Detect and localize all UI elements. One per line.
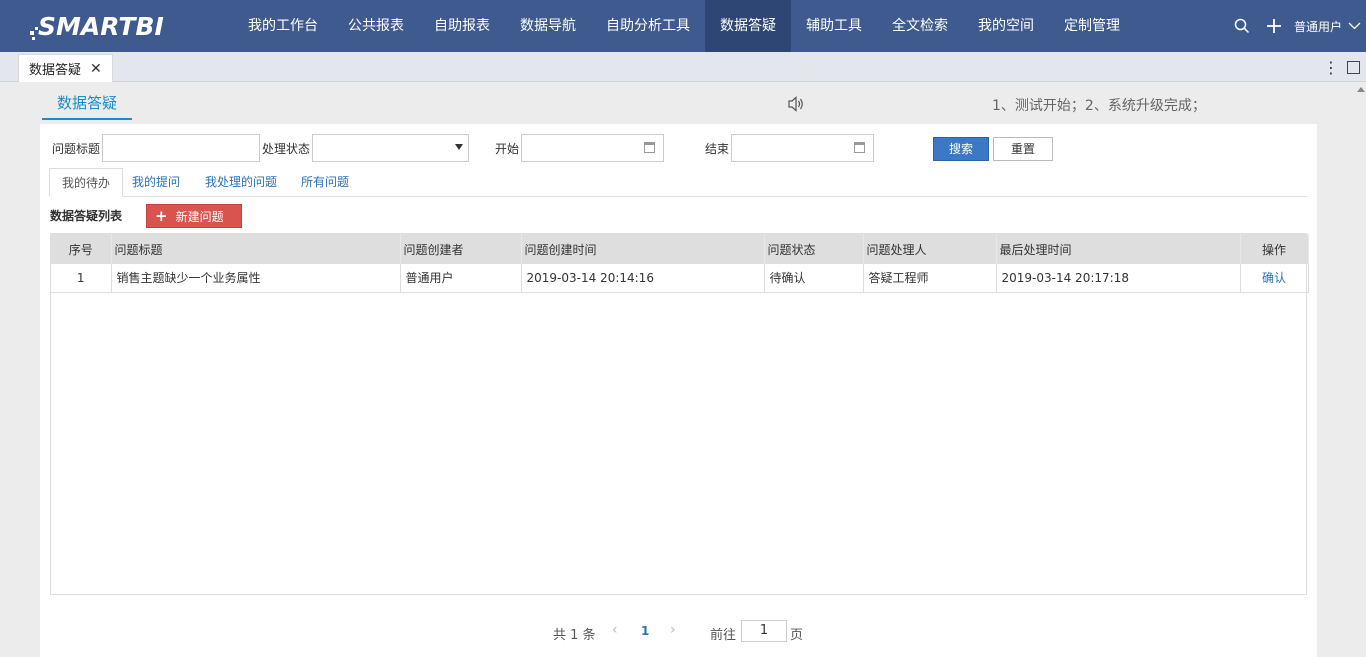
status-filter-label: 处理状态 [262,142,311,156]
total-count: 共 1 条 [553,628,596,643]
page-title: 数据答疑 [42,92,132,120]
tab-my-todo[interactable]: 我的待办 [49,168,124,197]
confirm-link[interactable]: 确认 [1240,264,1309,293]
table-cell: 销售主题缺少一个业务属性 [111,264,401,293]
column-header[interactable]: 序号 [51,234,112,264]
nav-item-9[interactable]: 定制管理 [1049,0,1135,52]
tab-strip: 数据答疑 ✕ ⋮ [0,52,1366,82]
table-cell: 普通用户 [400,264,522,293]
pagination: 共 1 条 ‹ 1 › 前往 1 页 [40,620,1317,644]
chevron-left-icon[interactable]: ‹ [612,622,618,638]
chevron-down-icon[interactable] [1342,0,1366,52]
close-icon[interactable]: ✕ [90,61,102,77]
column-header[interactable]: 操作 [1240,234,1309,264]
nav-item-7[interactable]: 全文检索 [877,0,963,52]
calendar-icon[interactable] [854,142,865,153]
calendar-icon[interactable] [644,142,655,153]
notice-marquee: 1、测试开始；2、系统升级完成； [992,98,1206,114]
kebab-icon[interactable]: ⋮ [1323,58,1339,77]
tab-strip-tools: ⋮ [1323,52,1360,82]
table-cell: 答疑工程师 [863,264,997,293]
table-header-row: 序号 问题标题 问题创建者 问题创建时间 问题状态 问题处理人 最后处理时间 操作 [51,234,1309,264]
nav-item-8[interactable]: 我的空间 [963,0,1049,52]
new-question-button[interactable]: + 新建问题 [146,204,242,228]
nav-item-6[interactable]: 辅助工具 [791,0,877,52]
question-tabs: 我的待办 我的提问 我处理的问题 所有问题 [49,168,1307,197]
list-title: 数据答疑列表 [50,209,123,223]
column-header[interactable]: 问题处理人 [863,234,997,264]
page-number[interactable]: 1 [641,624,649,638]
search-button[interactable]: 搜索 [933,137,989,161]
column-header[interactable]: 问题创建者 [400,234,522,264]
column-header[interactable]: 最后处理时间 [996,234,1241,264]
speaker-icon[interactable] [787,96,805,115]
goto-page-input[interactable]: 1 [741,620,787,642]
top-navbar: SMARTBI 我的工作台 公共报表 自助报表 数据导航 自助分析工具 数据答疑 辅助工具全… [0,0,1366,52]
table-row[interactable]: 1 销售主题缺少一个业务属性 普通用户 2019-03-14 20:14:16 待确认答… [51,264,1309,293]
user-name[interactable]: 普通用户 [1294,18,1342,35]
title-filter-label: 问题标题 [52,142,101,156]
table-cell: 1 [51,264,112,293]
end-date-input[interactable] [731,134,874,162]
caret-down-icon [455,144,463,150]
column-header[interactable]: 问题创建时间 [521,234,765,264]
tab-data-qa[interactable]: 数据答疑 ✕ [18,54,113,82]
nav-item-5[interactable]: 数据答疑 [705,0,791,52]
chevron-right-icon[interactable]: › [670,622,676,638]
nav-item-0[interactable]: 我的工作台 [233,0,333,52]
table-cell: 2019-03-14 20:14:16 [521,264,765,293]
start-date-label: 开始 [495,142,520,156]
nav-item-2[interactable]: 自助报表 [419,0,505,52]
new-question-label: 新建问题 [175,210,224,224]
title-filter-input[interactable] [102,134,260,162]
plus-icon[interactable] [1258,0,1290,52]
scroll-up-arrow[interactable] [1357,87,1365,92]
table-cell: 待确认 [764,264,864,293]
column-header[interactable]: 问题状态 [764,234,864,264]
tab-my-handled[interactable]: 我处理的问题 [193,168,289,197]
nav-item-1[interactable]: 公共报表 [333,0,419,52]
goto-label: 前往 [710,628,737,643]
nav-item-4[interactable]: 自助分析工具 [591,0,705,52]
table-body: 1 销售主题缺少一个业务属性 普通用户 2019-03-14 20:14:16 待确认答… [51,264,1309,293]
table-cell: 2019-03-14 20:17:18 [996,264,1241,293]
search-icon[interactable] [1226,0,1258,52]
logo-mark: SMARTBI [30,12,164,41]
smartbi-logo[interactable]: SMARTBI [30,8,182,44]
page-suffix: 页 [790,628,804,643]
reset-button[interactable]: 重置 [993,137,1053,161]
content-panel: 问题标题 处理状态 开始 结束 搜索 重置 我的待办 我的提问 我处理的问题 所… [40,124,1317,657]
end-date-label: 结束 [705,142,730,156]
maximize-icon[interactable] [1347,60,1360,74]
top-right-tools: 普通用户 [1226,0,1366,52]
column-header[interactable]: 问题标题 [111,234,401,264]
plus-icon: + [155,207,168,225]
tab-label: 数据答疑 [29,63,82,78]
tab-all-questions[interactable]: 所有问题 [289,168,361,197]
nav-item-3[interactable]: 数据导航 [505,0,591,52]
tab-my-questions[interactable]: 我的提问 [120,168,192,197]
status-select[interactable] [312,134,469,162]
svg-text:SMARTBI: SMARTBI [38,12,164,41]
questions-table: 序号 问题标题 问题创建者 问题创建时间 问题状态 问题处理人 最后处理时间 操作 1 销售主题… [50,233,1309,595]
start-date-input[interactable] [521,134,664,162]
main-nav: 我的工作台 公共报表 自助报表 数据导航 自助分析工具 数据答疑 辅助工具 全文检索 我的空间定… [233,0,1135,52]
